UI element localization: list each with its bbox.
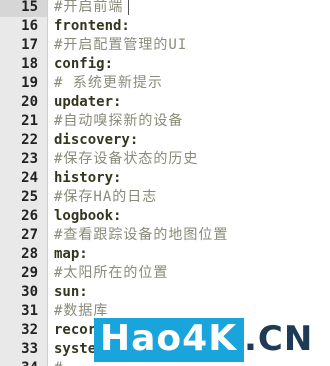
line-number: 23	[21, 151, 38, 167]
line-number: 21	[21, 113, 38, 129]
watermark-suffix: .CN	[244, 319, 314, 359]
comment-text[interactable]: #	[54, 359, 63, 366]
text-caret	[128, 0, 129, 15]
config-key-text[interactable]: logbook:	[54, 207, 121, 226]
line-number: 15	[21, 0, 38, 15]
code-line[interactable]: 17 #开启配置管理的UI	[0, 36, 330, 55]
line-number: 33	[21, 341, 38, 357]
line-number: 34	[0, 359, 38, 366]
code-line[interactable]: 30 sun:	[0, 283, 330, 302]
code-line[interactable]: 19 # 系统更新提示	[0, 74, 330, 93]
code-line[interactable]: 25 #保存HA的日志	[0, 188, 330, 207]
code-line[interactable]: 16 frontend:	[0, 17, 330, 36]
comment-text[interactable]: #查看跟踪设备的地图位置	[54, 226, 228, 245]
comment-text[interactable]: #开启前端	[54, 0, 123, 17]
line-number: 28	[21, 246, 38, 262]
comment-text[interactable]: #太阳所在的位置	[54, 264, 168, 283]
comment-text[interactable]: #保存设备状态的历史	[54, 150, 198, 169]
line-number: 29	[21, 265, 38, 281]
line-number: 32	[21, 322, 38, 338]
line-number: 31	[21, 303, 38, 319]
line-number: 20	[21, 94, 38, 110]
line-number: 27	[21, 227, 38, 243]
line-number: 17	[21, 37, 38, 53]
code-line[interactable]: 22 discovery:	[0, 131, 330, 150]
line-number: 18	[21, 56, 38, 72]
code-line[interactable]: 15 #开启前端	[0, 0, 330, 17]
config-key-text[interactable]: updater:	[54, 93, 121, 112]
code-line[interactable]: 24 history:	[0, 169, 330, 188]
line-number: 25	[21, 189, 38, 205]
config-key-text[interactable]: sun:	[54, 283, 88, 302]
line-number: 16	[21, 18, 38, 34]
line-number: 24	[21, 170, 38, 186]
comment-text[interactable]: # 系统更新提示	[54, 74, 163, 93]
config-key-text[interactable]: discovery:	[54, 131, 138, 150]
code-editor[interactable]: 15 #开启前端 16 frontend: 17 #开启配置管理的UI 18 c…	[0, 0, 330, 366]
code-line[interactable]: 18 config:	[0, 55, 330, 74]
code-line[interactable]: 21 #自动嗅探新的设备	[0, 112, 330, 131]
config-key-text[interactable]: history:	[54, 169, 121, 188]
line-number: 30	[21, 284, 38, 300]
line-number: 22	[21, 132, 38, 148]
line-number: 19	[21, 75, 38, 91]
code-line[interactable]: 29 #太阳所在的位置	[0, 264, 330, 283]
comment-text[interactable]: #自动嗅探新的设备	[54, 112, 183, 131]
watermark-brand: Hao4K	[100, 318, 238, 359]
watermark-logo: Hao4K .CN	[94, 316, 330, 366]
code-line[interactable]: 26 logbook:	[0, 207, 330, 226]
comment-text[interactable]: #开启配置管理的UI	[54, 36, 187, 55]
comment-text[interactable]: #保存HA的日志	[54, 188, 157, 207]
config-key-text[interactable]: map:	[54, 245, 88, 264]
code-line[interactable]: 20 updater:	[0, 93, 330, 112]
line-number: 26	[21, 208, 38, 224]
code-line[interactable]: 23 #保存设备状态的历史	[0, 150, 330, 169]
code-line[interactable]: 27 #查看跟踪设备的地图位置	[0, 226, 330, 245]
code-line[interactable]: 28 map:	[0, 245, 330, 264]
config-key-text[interactable]: frontend:	[54, 17, 130, 36]
config-key-text[interactable]: config:	[54, 55, 113, 74]
code-lines[interactable]: 15 #开启前端 16 frontend: 17 #开启配置管理的UI 18 c…	[0, 0, 330, 366]
